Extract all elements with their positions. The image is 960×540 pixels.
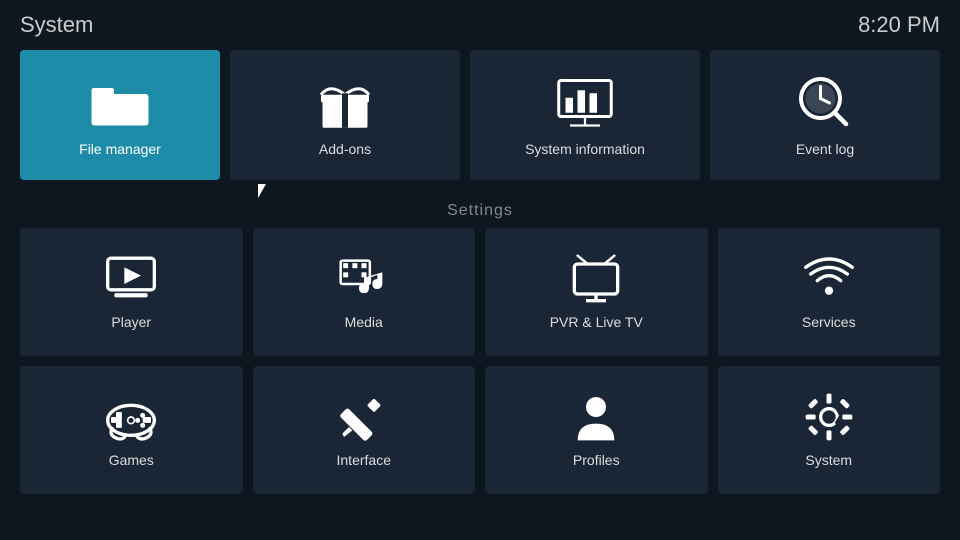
interface-icon <box>339 392 389 442</box>
event-log-icon <box>795 73 855 133</box>
games-icon <box>106 392 156 442</box>
top-section: File manager Add-ons System in <box>0 50 960 190</box>
system-label: System <box>805 452 852 468</box>
addons-icon <box>315 73 375 133</box>
pvr-live-tv-label: PVR & Live TV <box>550 314 643 330</box>
media-label: Media <box>345 314 383 330</box>
services-icon <box>804 254 854 304</box>
tile-system[interactable]: System <box>718 366 941 494</box>
add-ons-label: Add-ons <box>319 141 371 157</box>
games-label: Games <box>109 452 154 468</box>
tile-profiles[interactable]: Profiles <box>485 366 708 494</box>
media-icon <box>339 254 389 304</box>
tile-pvr-live-tv[interactable]: PVR & Live TV <box>485 228 708 356</box>
file-manager-label: File manager <box>79 141 161 157</box>
profiles-icon <box>571 392 621 442</box>
tile-games[interactable]: Games <box>20 366 243 494</box>
system-info-icon <box>555 73 615 133</box>
top-bar: System 8:20 PM <box>0 0 960 50</box>
tile-player[interactable]: Player <box>20 228 243 356</box>
player-icon <box>106 254 156 304</box>
event-log-label: Event log <box>796 141 854 157</box>
clock: 8:20 PM <box>858 12 940 38</box>
tile-services[interactable]: Services <box>718 228 941 356</box>
settings-grid: Player Media PVR & Live TV <box>0 228 960 494</box>
system-icon <box>804 392 854 442</box>
tile-media[interactable]: Media <box>253 228 476 356</box>
tile-event-log[interactable]: Event log <box>710 50 940 180</box>
player-label: Player <box>111 314 151 330</box>
system-information-label: System information <box>525 141 645 157</box>
tile-system-information[interactable]: System information <box>470 50 700 180</box>
tile-file-manager[interactable]: File manager <box>20 50 220 180</box>
folder-icon <box>90 73 150 133</box>
profiles-label: Profiles <box>573 452 620 468</box>
tile-interface[interactable]: Interface <box>253 366 476 494</box>
pvr-icon <box>571 254 621 304</box>
tile-add-ons[interactable]: Add-ons <box>230 50 460 180</box>
app-title: System <box>20 12 93 38</box>
services-label: Services <box>802 314 856 330</box>
settings-heading: Settings <box>0 190 960 228</box>
interface-label: Interface <box>337 452 391 468</box>
